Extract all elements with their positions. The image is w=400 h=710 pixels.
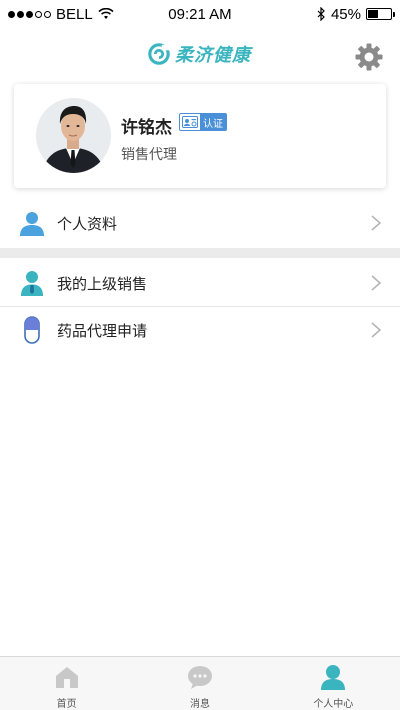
- brand: 柔济健康: [148, 41, 251, 67]
- tab-profile[interactable]: 个人中心: [267, 657, 400, 710]
- battery-icon: [366, 8, 395, 20]
- status-left: BELL: [8, 6, 114, 23]
- badge-label: 认证: [203, 118, 223, 130]
- tab-label: 个人中心: [313, 699, 354, 710]
- signal-icon: [8, 10, 51, 18]
- gear-icon[interactable]: [354, 42, 384, 72]
- chevron-right-icon: [371, 322, 382, 338]
- tab-home[interactable]: 首页: [0, 657, 133, 710]
- avatar: [36, 98, 111, 173]
- tab-label: 首页: [56, 699, 77, 710]
- profile-name: 许铭杰: [121, 118, 172, 138]
- menu-item-drug-agency[interactable]: 药品代理申请: [0, 307, 400, 353]
- user-icon: [321, 665, 346, 690]
- capsule-icon: [24, 316, 40, 344]
- chevron-right-icon: [371, 275, 382, 291]
- brand-name: 柔济健康: [175, 45, 251, 66]
- app-header: 柔济健康: [0, 28, 400, 84]
- status-right: 45%: [317, 5, 395, 23]
- salesperson-icon: [21, 271, 43, 296]
- battery-level: [368, 10, 378, 18]
- wifi-icon: [98, 8, 114, 19]
- brand-logo-icon: [148, 43, 170, 65]
- carrier-label: BELL: [56, 5, 93, 23]
- profile-role: 销售代理: [121, 147, 177, 163]
- chevron-right-icon: [371, 215, 382, 231]
- tab-messages[interactable]: 消息: [133, 657, 266, 710]
- status-bar: BELL 09:21 AM 45%: [0, 0, 400, 28]
- profile-card[interactable]: 许铭杰 认证 销售代理: [14, 84, 386, 188]
- menu-label: 个人资料: [57, 214, 118, 233]
- tab-label: 消息: [189, 699, 210, 710]
- battery-percent: 45%: [330, 5, 361, 23]
- tab-bar: 首页 消息 个人中心: [0, 656, 400, 710]
- menu-label: 药品代理申请: [57, 321, 148, 340]
- message-icon: [187, 666, 212, 689]
- person-icon: [20, 212, 44, 236]
- menu-item-profile[interactable]: 个人资料: [0, 200, 400, 246]
- menu-label: 我的上级销售: [57, 274, 148, 293]
- home-icon: [55, 667, 78, 688]
- avatar-photo: [36, 98, 111, 173]
- verified-badge: 认证: [179, 113, 227, 131]
- id-card-icon: [180, 114, 200, 130]
- menu-item-superior-sales[interactable]: 我的上级销售: [0, 260, 400, 306]
- section-divider: [0, 248, 400, 258]
- bluetooth-icon: [317, 7, 325, 21]
